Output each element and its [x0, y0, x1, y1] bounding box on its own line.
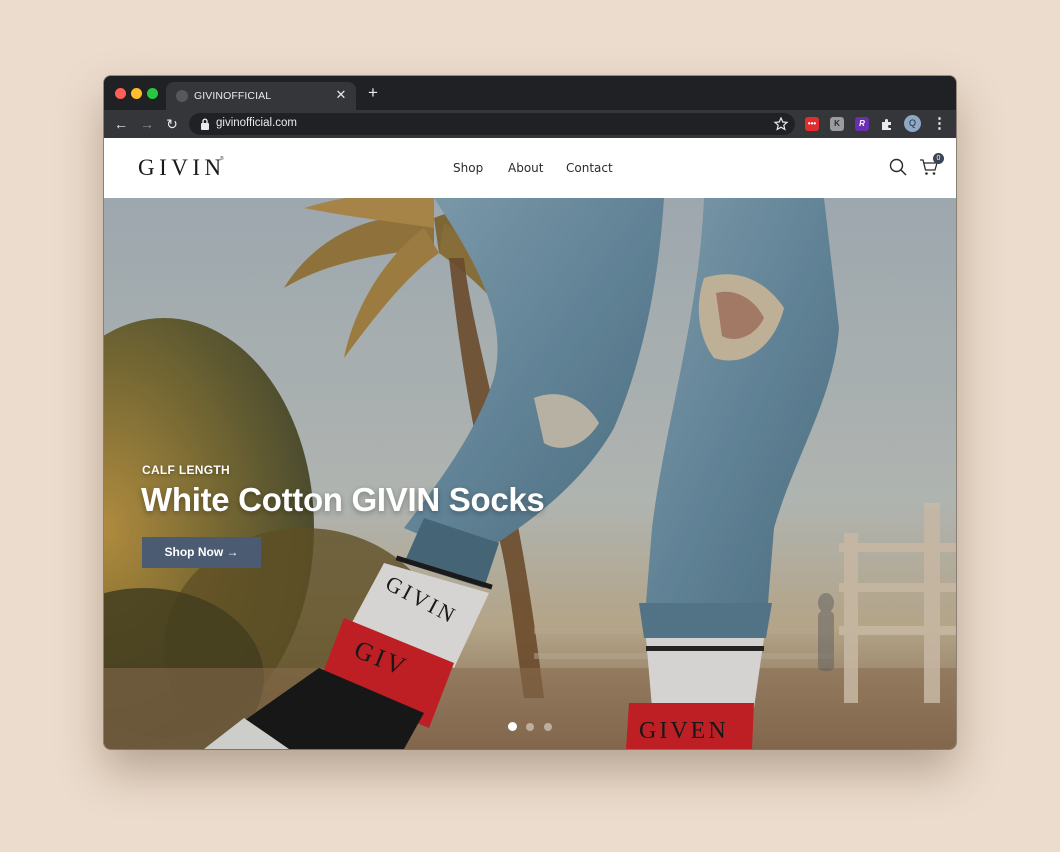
browser-toolbar: ← → ↻ givinofficial.com ••• K R Q ⋮ [104, 110, 956, 138]
cart-count-badge: 0 [933, 153, 944, 164]
r-extension-icon[interactable]: R [855, 117, 869, 131]
globe-icon [176, 90, 188, 102]
site-header: GIVIN ® Shop About Contact 0 [104, 138, 956, 198]
back-arrow-icon[interactable]: ← [112, 115, 130, 133]
close-tab-icon[interactable]: ✕ [334, 88, 348, 102]
puzzle-extensions-icon[interactable] [880, 117, 894, 131]
forward-arrow-icon[interactable]: → [138, 115, 156, 133]
close-window-button[interactable] [115, 88, 126, 99]
tab-strip: GIVINOFFICIAL ✕ + [104, 76, 956, 110]
browser-tab[interactable]: GIVINOFFICIAL ✕ [166, 82, 356, 110]
shop-now-button[interactable]: Shop Now → [142, 537, 261, 568]
lock-icon [201, 118, 209, 130]
reload-icon[interactable]: ↻ [163, 115, 181, 133]
slider-dot-2[interactable] [526, 723, 534, 731]
search-icon[interactable] [889, 158, 907, 176]
browser-menu-icon[interactable]: ⋮ [932, 115, 947, 133]
nav-contact-link[interactable]: Contact [566, 161, 613, 175]
maximize-window-button[interactable] [147, 88, 158, 99]
k-extension-icon[interactable]: K [830, 117, 844, 131]
hero-eyebrow: CALF LENGTH [142, 463, 230, 477]
profile-avatar[interactable]: Q [904, 115, 921, 132]
hero-slider: GIVEN GIVIN GIV CALF LENGTH White Cotton… [104, 198, 956, 749]
hero-title: White Cotton GIVIN Socks [141, 481, 545, 518]
slider-dot-3[interactable] [544, 723, 552, 731]
nav-shop-link[interactable]: Shop [453, 161, 483, 175]
new-tab-button[interactable]: + [366, 84, 380, 101]
registered-mark: ® [220, 156, 224, 162]
bookmark-star-icon[interactable] [773, 116, 789, 132]
slider-dot-1[interactable] [508, 722, 517, 731]
minimize-window-button[interactable] [131, 88, 142, 99]
web-page: GIVIN ® Shop About Contact 0 GIVEN GIVIN… [104, 138, 956, 749]
hero-background-image: GIVEN GIVIN GIV [104, 198, 956, 749]
url-text: givinofficial.com [216, 117, 297, 129]
address-bar[interactable]: givinofficial.com [189, 113, 795, 135]
browser-window: GIVINOFFICIAL ✕ + ← → ↻ givinofficial.co… [104, 76, 956, 749]
tab-title: GIVINOFFICIAL [194, 90, 272, 102]
red-dots-extension-icon[interactable]: ••• [805, 117, 819, 131]
site-logo[interactable]: GIVIN [138, 155, 226, 181]
nav-about-link[interactable]: About [508, 161, 543, 175]
